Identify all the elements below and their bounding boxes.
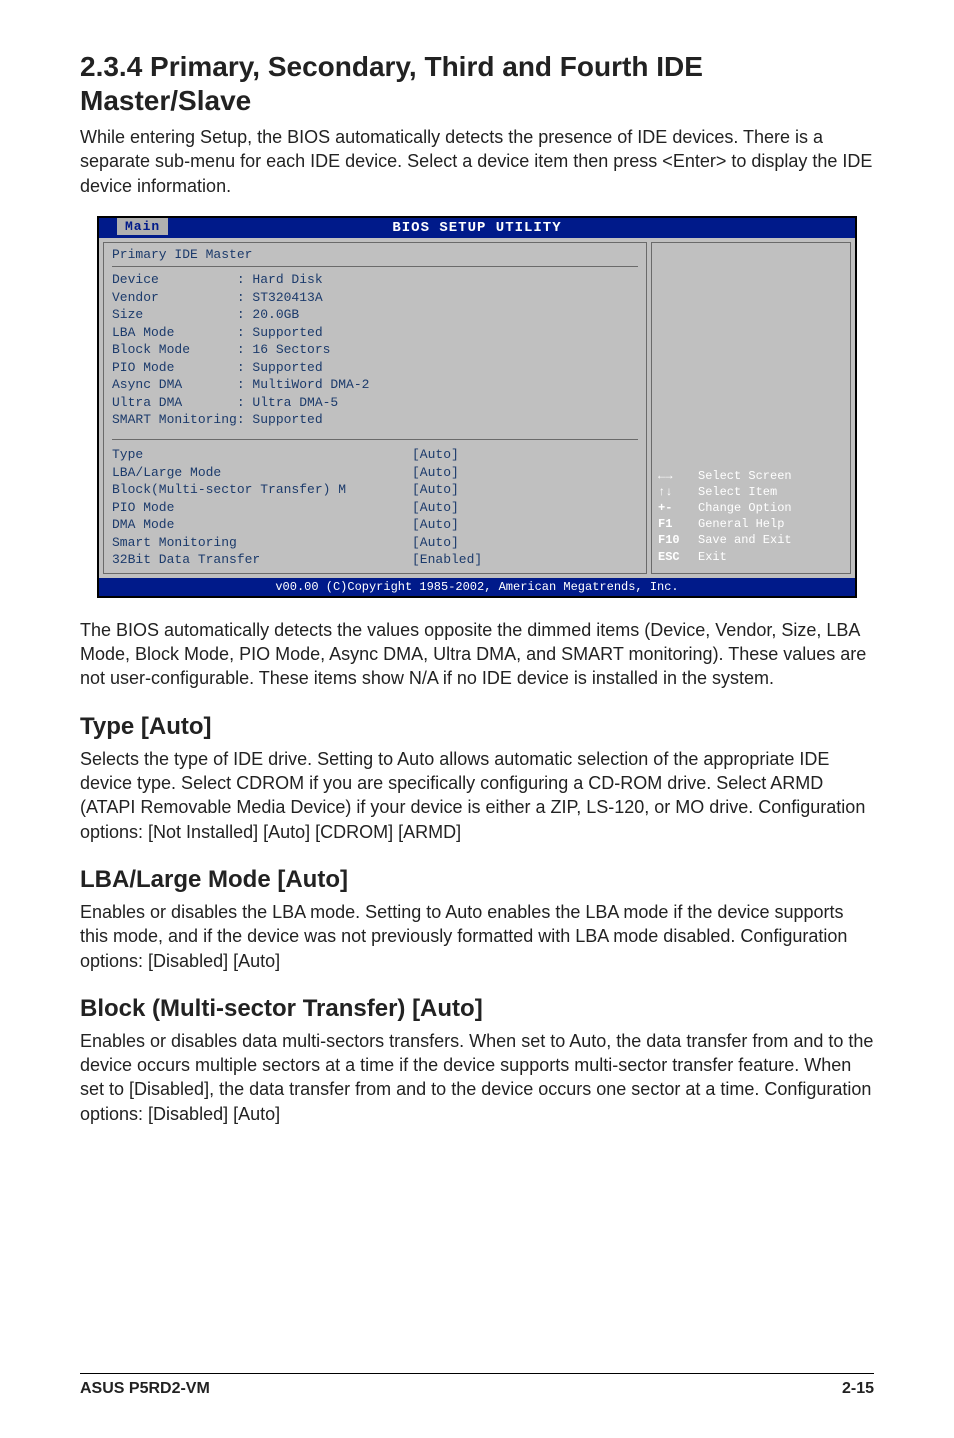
bios-info-row: Vendor : ST320413A — [112, 289, 638, 307]
bios-setting-row: PIO Mode [Auto] — [112, 499, 638, 517]
bios-footer: v00.00 (C)Copyright 1985-2002, American … — [99, 578, 855, 596]
bios-setting-row: DMA Mode [Auto] — [112, 516, 638, 534]
bios-info-row: Device : Hard Disk — [112, 271, 638, 289]
intro-paragraph: While entering Setup, the BIOS automatic… — [80, 125, 874, 198]
help-desc: General Help — [698, 516, 784, 532]
after-bios-paragraph: The BIOS automatically detects the value… — [80, 618, 874, 691]
block-heading: Block (Multi-sector Transfer) [Auto] — [80, 995, 874, 1023]
help-key: ↑↓ — [658, 484, 698, 500]
bios-right-panel: ←→Select Screen ↑↓Select Item +-Change O… — [651, 242, 851, 574]
bios-setting-row: Smart Monitoring [Auto] — [112, 534, 638, 552]
help-desc: Exit — [698, 549, 727, 565]
help-desc: Save and Exit — [698, 532, 792, 548]
bios-panel-title: Primary IDE Master — [112, 247, 638, 267]
setting-value: [Auto] — [412, 516, 459, 534]
bios-screenshot: Main BIOS SETUP UTILITY Primary IDE Mast… — [97, 216, 857, 598]
setting-label: Block(Multi-sector Transfer) M — [112, 481, 412, 499]
setting-value: [Enabled] — [412, 551, 482, 569]
bios-info-row: Ultra DMA : Ultra DMA-5 — [112, 394, 638, 412]
setting-label: Type — [112, 446, 412, 464]
bios-info-row: PIO Mode : Supported — [112, 359, 638, 377]
help-desc: Select Screen — [698, 468, 792, 484]
bios-info-row: Size : 20.0GB — [112, 306, 638, 324]
bios-info-row: SMART Monitoring: Supported — [112, 411, 638, 429]
bios-title-text: BIOS SETUP UTILITY — [392, 220, 561, 236]
type-paragraph: Selects the type of IDE drive. Setting t… — [80, 747, 874, 844]
setting-value: [Auto] — [412, 499, 459, 517]
setting-value: [Auto] — [412, 534, 459, 552]
setting-label: Smart Monitoring — [112, 534, 412, 552]
bios-left-panel: Primary IDE Master Device : Hard Disk Ve… — [103, 242, 647, 574]
setting-label: PIO Mode — [112, 499, 412, 517]
help-desc: Select Item — [698, 484, 777, 500]
bios-info-row: LBA Mode : Supported — [112, 324, 638, 342]
lba-heading: LBA/Large Mode [Auto] — [80, 866, 874, 894]
setting-value: [Auto] — [412, 446, 459, 464]
help-key: F1 — [658, 516, 698, 532]
lba-paragraph: Enables or disables the LBA mode. Settin… — [80, 900, 874, 973]
setting-label: DMA Mode — [112, 516, 412, 534]
bios-info-row: Async DMA : MultiWord DMA-2 — [112, 376, 638, 394]
bios-tab-main: Main — [117, 218, 168, 235]
bios-info-row: Block Mode : 16 Sectors — [112, 341, 638, 359]
setting-value: [Auto] — [412, 464, 459, 482]
bios-help-block: ←→Select Screen ↑↓Select Item +-Change O… — [658, 468, 844, 565]
help-key: F10 — [658, 532, 698, 548]
setting-label: LBA/Large Mode — [112, 464, 412, 482]
help-key: +- — [658, 500, 698, 516]
bios-setting-row: LBA/Large Mode [Auto] — [112, 464, 638, 482]
setting-label: 32Bit Data Transfer — [112, 551, 412, 569]
bios-settings-block: Type [Auto] LBA/Large Mode [Auto] Block(… — [112, 439, 638, 569]
bios-setting-row: Block(Multi-sector Transfer) M [Auto] — [112, 481, 638, 499]
help-key: ESC — [658, 549, 698, 565]
bios-setting-row: Type [Auto] — [112, 446, 638, 464]
footer-left: ASUS P5RD2-VM — [80, 1380, 210, 1398]
bios-titlebar: Main BIOS SETUP UTILITY — [99, 218, 855, 238]
block-paragraph: Enables or disables data multi-sectors t… — [80, 1029, 874, 1126]
footer-right: 2-15 — [842, 1380, 874, 1398]
section-heading: 2.3.4 Primary, Secondary, Third and Four… — [80, 50, 874, 117]
page-footer: ASUS P5RD2-VM 2-15 — [80, 1373, 874, 1398]
type-heading: Type [Auto] — [80, 713, 874, 741]
help-key: ←→ — [658, 468, 698, 484]
setting-value: [Auto] — [412, 481, 459, 499]
bios-setting-row: 32Bit Data Transfer [Enabled] — [112, 551, 638, 569]
help-desc: Change Option — [698, 500, 792, 516]
